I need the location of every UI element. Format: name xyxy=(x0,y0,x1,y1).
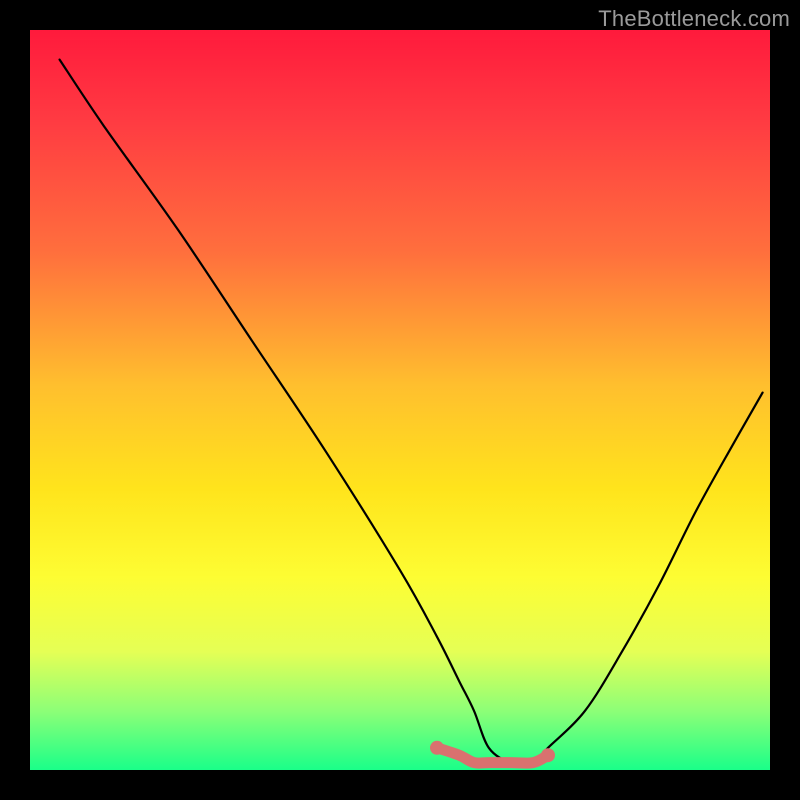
plot-gradient-bg xyxy=(30,30,770,770)
optimal-range-endpoint xyxy=(430,741,444,755)
chart-container: TheBottleneck.com xyxy=(0,0,800,800)
chart-svg xyxy=(0,0,800,800)
optimal-range-endpoint xyxy=(541,748,555,762)
